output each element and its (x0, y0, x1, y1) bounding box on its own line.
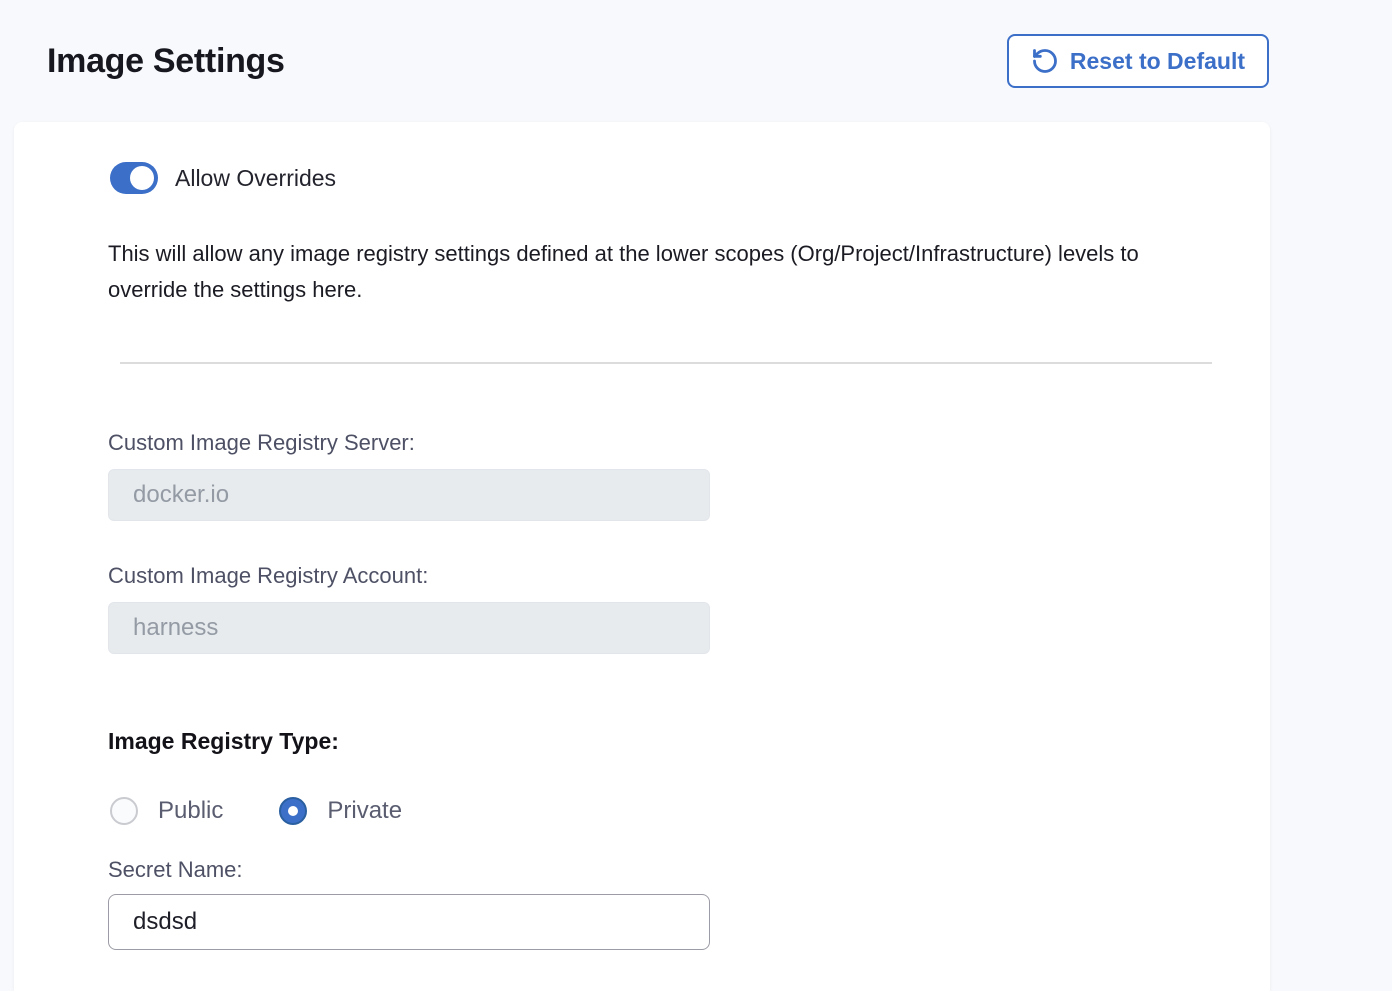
radio-private-circle[interactable] (279, 797, 307, 825)
allow-overrides-label: Allow Overrides (175, 165, 336, 192)
secret-name-label: Secret Name: (108, 857, 1230, 883)
radio-public-label: Public (158, 797, 223, 825)
registry-type-radio-group: Public Private (110, 797, 1230, 825)
secret-name-field: Secret Name: (108, 857, 1230, 950)
registry-server-input (108, 469, 710, 521)
reset-button-label: Reset to Default (1070, 48, 1245, 75)
registry-account-input (108, 602, 710, 654)
reset-to-default-button[interactable]: Reset to Default (1007, 34, 1269, 88)
reset-ccw-icon (1031, 47, 1059, 75)
toggle-knob (130, 166, 154, 190)
allow-overrides-row: Allow Overrides (110, 162, 1230, 194)
radio-private-label: Private (327, 797, 402, 825)
registry-account-field: Custom Image Registry Account: (108, 563, 1230, 654)
image-settings-card: Allow Overrides This will allow any imag… (14, 122, 1270, 991)
page-header: Image Settings Reset to Default (0, 0, 1392, 122)
secret-name-input[interactable] (108, 894, 710, 950)
registry-account-label: Custom Image Registry Account: (108, 563, 1230, 589)
registry-type-label: Image Registry Type: (108, 728, 1230, 755)
radio-option-private[interactable]: Private (279, 797, 402, 825)
section-divider (120, 362, 1212, 364)
page-title: Image Settings (47, 42, 285, 81)
registry-server-field: Custom Image Registry Server: (108, 430, 1230, 521)
radio-public-circle[interactable] (110, 797, 138, 825)
overrides-description: This will allow any image registry setti… (108, 236, 1223, 308)
allow-overrides-toggle[interactable] (110, 162, 158, 194)
radio-option-public[interactable]: Public (110, 797, 223, 825)
registry-server-label: Custom Image Registry Server: (108, 430, 1230, 456)
